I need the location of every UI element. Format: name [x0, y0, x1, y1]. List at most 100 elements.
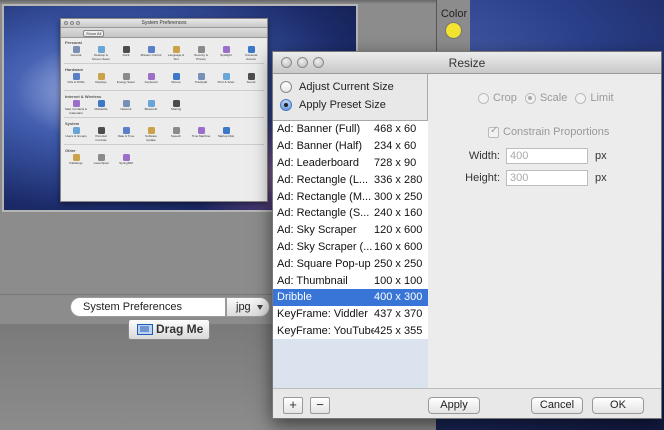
radio-on	[524, 92, 536, 104]
sp-icon-row: General Desktop & Screen Saver Dock Mission…	[65, 46, 263, 62]
sp-pref-item: Sound	[240, 73, 262, 89]
color-swatch[interactable]	[445, 22, 462, 39]
apply-button[interactable]: Apply	[428, 397, 480, 414]
preset-row[interactable]: Ad: Rectangle (M... 300 x 250	[273, 188, 428, 205]
sp-pref-item: Print & Scan	[215, 73, 237, 89]
cancel-button[interactable]: Cancel	[531, 397, 583, 414]
preset-name: Ad: Rectangle (M...	[277, 190, 372, 203]
remove-preset-button[interactable]: −	[310, 397, 330, 414]
pref-pane-icon	[97, 46, 105, 53]
preset-row[interactable]: Ad: Banner (Full) 468 x 60	[273, 121, 428, 138]
sp-pref-label: Launchpad	[93, 161, 109, 165]
preset-row[interactable]: Ad: Thumbnail 100 x 100	[273, 272, 428, 289]
sp-pref-label: Parental Controls	[95, 134, 107, 142]
sp-show-all-button: Show All	[83, 30, 105, 37]
sp-section-title: Hardware	[65, 67, 84, 72]
sp-pref-label: Trackpad	[194, 80, 208, 84]
preset-name: Ad: Rectangle (L...	[277, 173, 369, 186]
sp-title: System Preferences	[141, 20, 187, 26]
scale-radio[interactable]: Scale	[524, 92, 567, 104]
preset-row[interactable]: KeyFrame: YouTube 425 x 355	[273, 322, 428, 340]
sp-pref-item: Parental Controls	[90, 127, 112, 143]
sp-pref-label: Sound	[246, 80, 256, 84]
preset-size: 160 x 600	[374, 240, 423, 253]
sp-pref-item: Users & Groups	[65, 127, 87, 143]
pref-pane-icon	[172, 100, 180, 107]
constrain-proportions-checkbox[interactable]: Constrain Proportions	[488, 125, 610, 138]
pref-pane-icon	[97, 73, 105, 80]
preset-size: 100 x 100	[374, 274, 423, 287]
pref-pane-icon	[197, 127, 205, 134]
sp-icon-row: Mail, Contacts & Calendars MobileMe Networ…	[65, 100, 263, 116]
width-unit: px	[595, 150, 607, 162]
drag-me-button[interactable]: Drag Me	[128, 319, 210, 340]
limit-radio[interactable]: Limit	[575, 92, 614, 104]
close-window-button[interactable]	[281, 57, 292, 68]
preset-row[interactable]: Ad: Sky Scraper 120 x 600	[273, 221, 428, 239]
sp-pref-item: FileMerge	[65, 154, 87, 170]
sp-pref-label: Universal Access	[244, 53, 258, 61]
pref-pane-icon	[97, 127, 105, 134]
preset-row[interactable]: Ad: Rectangle (L... 336 x 280	[273, 171, 428, 189]
preset-row[interactable]: Ad: Banner (Half) 234 x 60	[273, 137, 428, 155]
width-field[interactable]: 400	[506, 148, 588, 164]
sp-icon-row: FileMerge Launchpad SpringMM	[65, 154, 263, 170]
sp-pref-label: Mission Control	[140, 53, 162, 57]
sp-pref-item: Launchpad	[90, 154, 112, 170]
radio-off	[575, 92, 587, 104]
crop-radio[interactable]: Crop	[478, 92, 517, 104]
sp-separator	[64, 144, 264, 145]
sp-pref-label: Energy Saver	[116, 80, 136, 84]
sp-toolbar: Show All	[61, 28, 267, 38]
color-label: Color	[440, 8, 468, 20]
preset-row[interactable]: KeyFrame: Viddler 437 x 370	[273, 305, 428, 323]
sp-sections: Personal General Desktop & Screen Saver Doc…	[61, 38, 267, 170]
sp-pref-label: Mouse	[171, 80, 181, 84]
sp-pref-item: Sharing	[165, 100, 187, 116]
sp-pref-label: FileMerge	[69, 161, 83, 165]
pref-pane-icon	[97, 154, 105, 161]
dialog-title: Resize	[448, 56, 486, 70]
sp-pref-label: Desktop & Screen Saver	[91, 53, 111, 61]
pref-pane-icon	[122, 73, 130, 80]
scale-mode-group: Crop Scale Limit	[478, 92, 614, 104]
width-label: Width:	[468, 150, 500, 162]
sp-pref-label: Dock	[122, 53, 130, 57]
sp-section-title: Internet & Wireless	[65, 94, 102, 99]
preset-list[interactable]: Ad: Banner (Full) 468 x 60 Ad: Banner (Hal…	[273, 120, 428, 406]
minimize-window-button[interactable]	[297, 57, 308, 68]
adjust-current-size-radio[interactable]: Adjust Current Size	[280, 81, 394, 93]
preset-row[interactable]: Ad: Leaderboard 728 x 90	[273, 154, 428, 172]
limit-label: Limit	[590, 92, 614, 104]
zoom-window-button[interactable]	[313, 57, 324, 68]
preset-row[interactable]: Dribble 400 x 300	[273, 288, 428, 306]
preset-row[interactable]: Ad: Rectangle (S... 240 x 160	[273, 204, 428, 222]
sp-pref-item: Mouse	[165, 73, 187, 89]
pref-pane-icon	[197, 46, 205, 53]
sp-pref-item: Network	[115, 100, 137, 116]
sp-pref-item: Desktop & Screen Saver	[90, 46, 112, 62]
sp-pref-label: Language & Text	[167, 53, 185, 61]
format-select[interactable]: jpg	[226, 297, 270, 317]
radio-off	[280, 81, 292, 93]
add-preset-button[interactable]: +	[283, 397, 303, 414]
height-field[interactable]: 300	[506, 170, 588, 186]
constrain-proportions-label: Constrain Proportions	[503, 126, 610, 138]
apply-preset-size-radio[interactable]: Apply Preset Size	[280, 99, 386, 111]
preset-row[interactable]: Ad: Square Pop-up 250 x 250	[273, 255, 428, 273]
sp-section-title: Other	[65, 148, 76, 153]
filename-field[interactable]: System Preferences	[70, 297, 226, 317]
preset-size: 240 x 160	[374, 207, 423, 220]
preset-size: 468 x 60	[374, 123, 417, 136]
sp-pref-item: Dock	[115, 46, 137, 62]
preset-name: Ad: Sky Scraper	[277, 224, 357, 237]
preset-size: 120 x 600	[374, 224, 423, 237]
preset-size: 250 x 250	[374, 257, 423, 270]
ok-button[interactable]: OK	[592, 397, 644, 414]
pref-pane-icon	[122, 100, 130, 107]
checkbox-checked	[488, 125, 499, 138]
sp-pref-label: Security & Privacy	[194, 53, 208, 61]
preset-row[interactable]: Ad: Sky Scraper (... 160 x 600	[273, 238, 428, 256]
sp-pref-item: Software Update	[140, 127, 162, 143]
sp-section-title: Personal	[65, 40, 82, 45]
